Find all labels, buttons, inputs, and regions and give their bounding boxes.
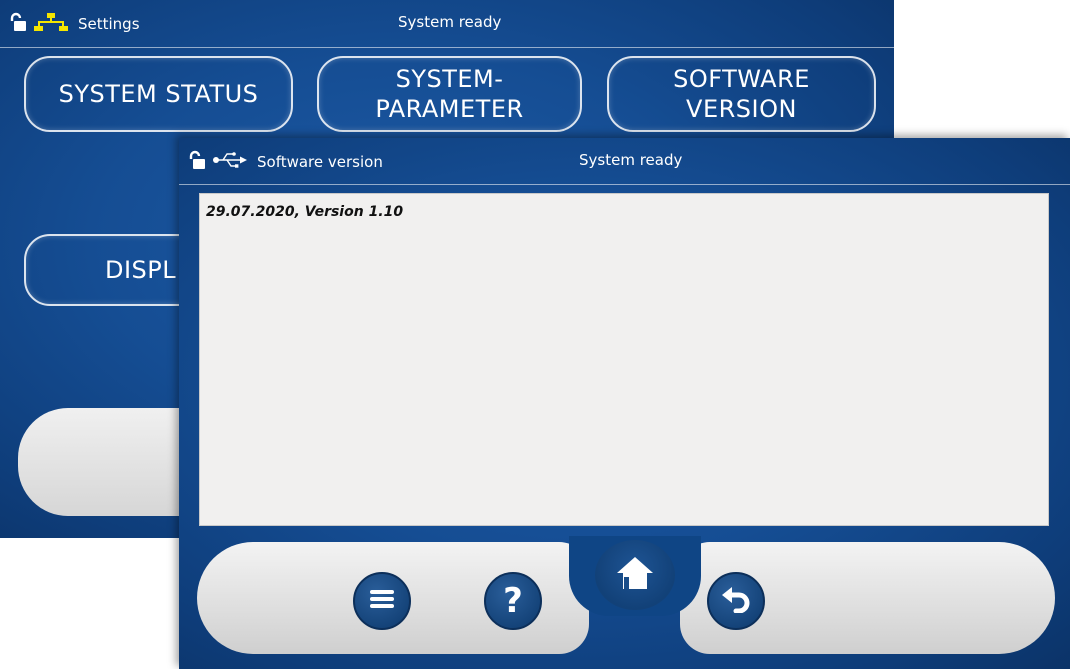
software-version-button[interactable]: SOFTWARE VERSION — [607, 56, 876, 132]
software-version-label-line1: SOFTWARE — [673, 65, 810, 93]
menu-icon — [369, 588, 395, 614]
status-left: Software version — [187, 150, 383, 174]
status-message: System ready — [398, 13, 502, 31]
undo-button[interactable] — [707, 572, 765, 630]
undo-icon — [720, 585, 752, 617]
help-icon: ? — [503, 581, 523, 621]
bottom-toolbar: ? — [197, 536, 1055, 654]
status-bar: Settings System ready — [0, 0, 894, 48]
menu-button[interactable] — [353, 572, 411, 630]
system-parameter-button[interactable]: SYSTEM- PARAMETER — [317, 56, 582, 132]
network-icon — [34, 12, 68, 36]
system-parameter-label-line2: PARAMETER — [375, 95, 524, 123]
usb-icon — [213, 152, 247, 172]
system-status-button[interactable]: SYSTEM STATUS — [24, 56, 293, 132]
status-title: Settings — [78, 15, 140, 33]
home-icon — [615, 555, 655, 595]
unlock-icon[interactable] — [187, 150, 207, 174]
version-info-panel: 29.07.2020, Version 1.10 — [199, 193, 1049, 526]
unlock-icon[interactable] — [8, 12, 28, 36]
status-title: Software version — [257, 153, 383, 171]
software-version-label-line2: VERSION — [686, 95, 797, 123]
system-status-label: SYSTEM STATUS — [58, 80, 259, 108]
version-text: 29.07.2020, Version 1.10 — [206, 204, 404, 220]
system-parameter-label-line1: SYSTEM- — [395, 65, 504, 93]
status-bar: Software version System ready — [179, 138, 1070, 185]
status-left: Settings — [8, 12, 140, 36]
help-button[interactable]: ? — [484, 572, 542, 630]
software-version-screen: Software version System ready 29.07.2020… — [179, 138, 1070, 669]
status-message: System ready — [579, 151, 683, 169]
home-button[interactable] — [595, 540, 675, 610]
display-label: DISPL — [105, 256, 177, 284]
